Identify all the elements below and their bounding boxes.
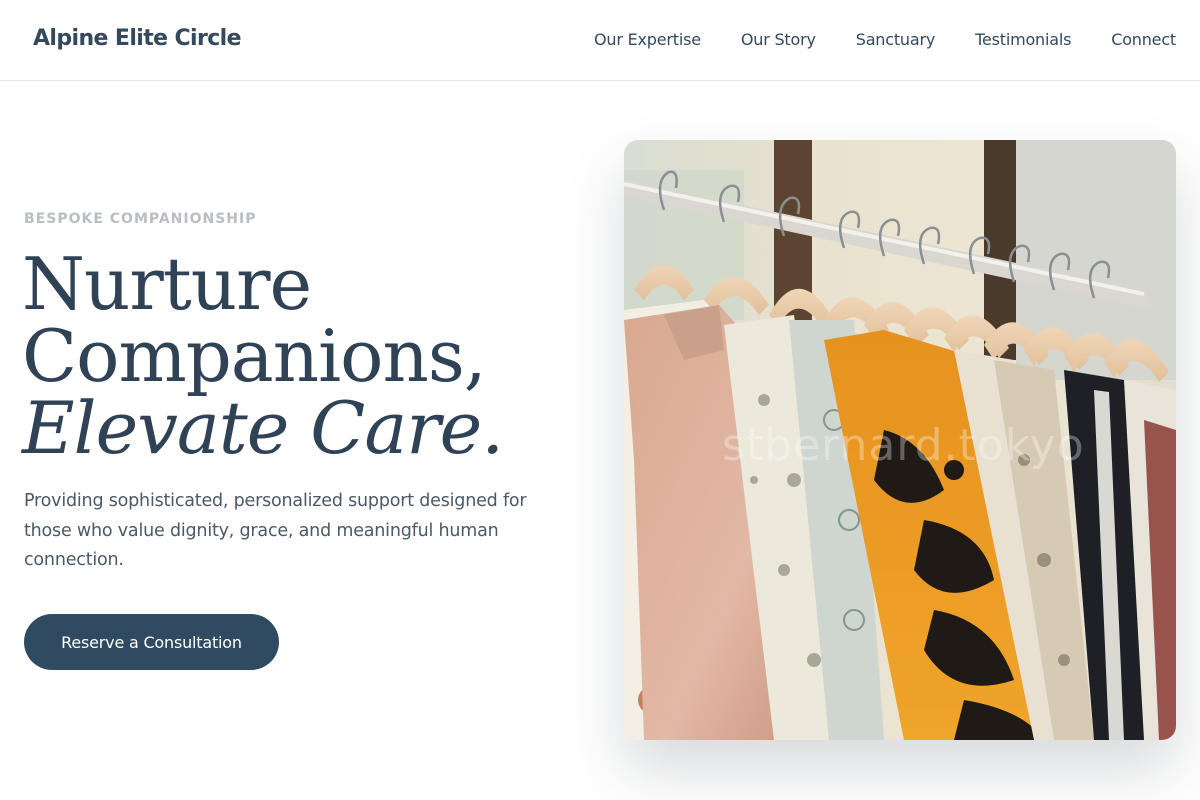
- nav-testimonials[interactable]: Testimonials: [975, 30, 1071, 49]
- hero-image: stbernard.tokyo: [624, 140, 1176, 740]
- hero-eyebrow: BESPOKE COMPANIONSHIP: [24, 211, 257, 227]
- site-header: Alpine Elite Circle Our Expertise Our St…: [0, 0, 1200, 81]
- image-watermark: stbernard.tokyo: [722, 420, 1085, 471]
- brand-logo[interactable]: Alpine Elite Circle: [33, 26, 242, 51]
- nav-our-expertise[interactable]: Our Expertise: [594, 30, 701, 49]
- headline-line-2: Companions,: [22, 314, 487, 398]
- headline-line-3: Elevate Care.: [22, 386, 504, 470]
- hero-description: Providing sophisticated, personalized su…: [24, 491, 527, 570]
- main-nav: Our Expertise Our Story Sanctuary Testim…: [594, 30, 1176, 49]
- reserve-consultation-button[interactable]: Reserve a Consultation: [24, 614, 279, 670]
- headline-line-1: Nurture: [22, 242, 312, 326]
- nav-connect[interactable]: Connect: [1111, 30, 1176, 49]
- nav-sanctuary[interactable]: Sanctuary: [856, 30, 936, 49]
- hero-headline: Nurture Companions, Elevate Care.: [22, 248, 582, 464]
- nav-our-story[interactable]: Our Story: [741, 30, 816, 49]
